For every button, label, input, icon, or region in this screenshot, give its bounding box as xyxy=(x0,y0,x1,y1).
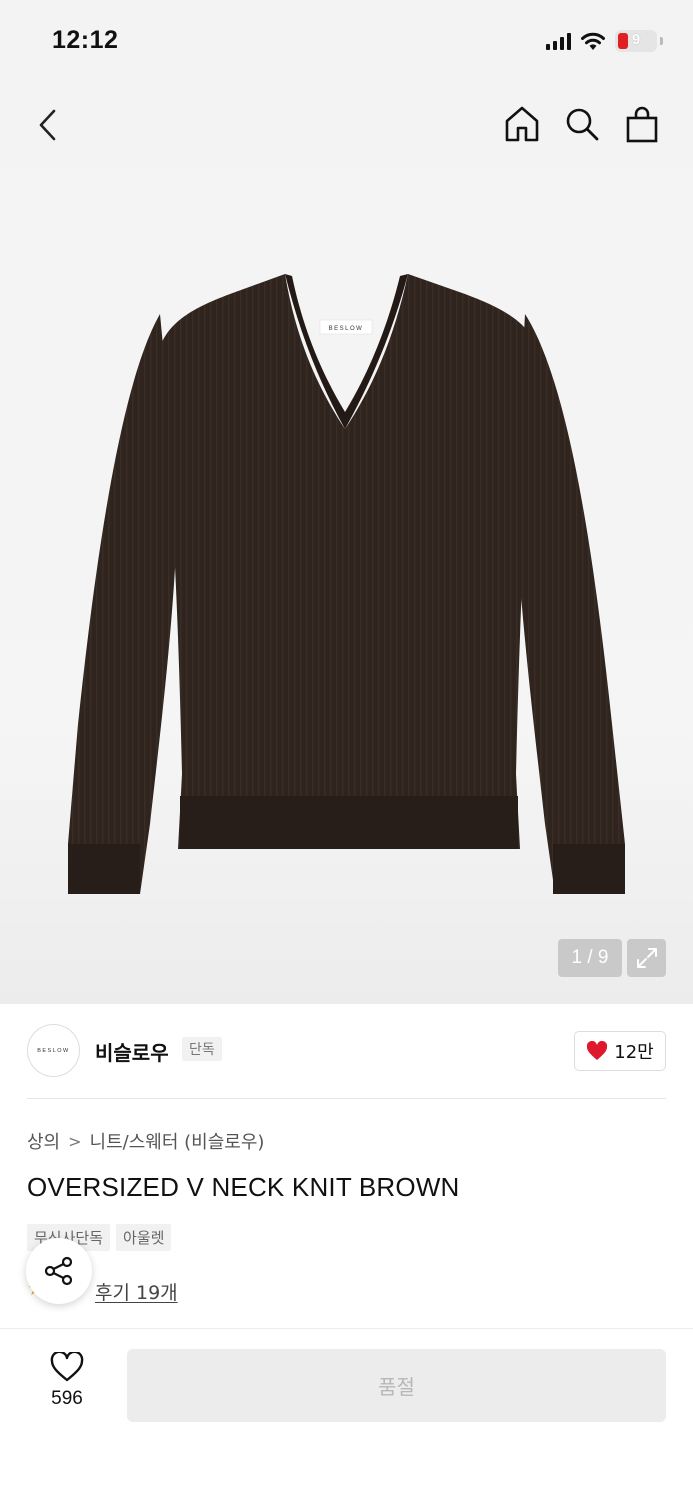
sweater-label: BESLOW xyxy=(329,326,364,332)
status-time: 12:12 xyxy=(52,26,119,54)
cellular-signal-icon xyxy=(546,32,571,50)
breadcrumb: 상의 > 니트/스웨터 (비슬로우) xyxy=(27,1128,264,1154)
share-icon xyxy=(44,1256,73,1286)
bottom-bar-divider xyxy=(0,1328,693,1329)
breadcrumb-category[interactable]: 상의 xyxy=(27,1128,60,1154)
chevron-right-icon: > xyxy=(68,1131,82,1151)
brand-name[interactable]: 비슬로우 xyxy=(95,1037,169,1066)
image-counter: 1 / 9 xyxy=(558,939,622,977)
status-icons: 9 xyxy=(546,30,663,52)
tag-outlet: 아울렛 xyxy=(116,1224,172,1251)
product-image: BESLOW xyxy=(68,274,625,894)
brand-like-count: 12만 xyxy=(614,1042,654,1063)
expand-icon xyxy=(636,948,657,968)
battery-cap xyxy=(660,37,663,45)
exclusive-badge: 단독 xyxy=(182,1037,222,1061)
heart-outline-icon xyxy=(50,1352,84,1382)
breadcrumb-subcategory[interactable]: 니트/스웨터 (비슬로우) xyxy=(90,1128,265,1154)
product-title: OVERSIZED V NECK KNIT BROWN xyxy=(27,1172,460,1202)
expand-image-button[interactable] xyxy=(627,939,666,977)
status-bar: 12:12 9 xyxy=(0,0,693,84)
battery-level: 9 xyxy=(631,31,641,48)
product-image-carousel[interactable]: BESLOW 1 / 9 xyxy=(0,84,693,1004)
wishlist-count: 596 xyxy=(51,1388,83,1409)
brand-like-button[interactable]: 12만 xyxy=(574,1031,666,1071)
share-button[interactable] xyxy=(26,1238,92,1304)
brand-logo[interactable]: BESLOW xyxy=(27,1024,80,1077)
wishlist-button[interactable]: 596 xyxy=(40,1352,94,1410)
divider xyxy=(27,1098,666,1099)
battery-icon: 9 xyxy=(615,30,657,52)
brand-row: BESLOW 비슬로우 단독 12만 xyxy=(27,1024,666,1078)
wifi-icon xyxy=(581,32,605,50)
review-link[interactable]: 후기 19개 xyxy=(95,1278,178,1305)
heart-filled-icon xyxy=(587,1041,608,1060)
sold-out-button: 품절 xyxy=(127,1349,666,1422)
